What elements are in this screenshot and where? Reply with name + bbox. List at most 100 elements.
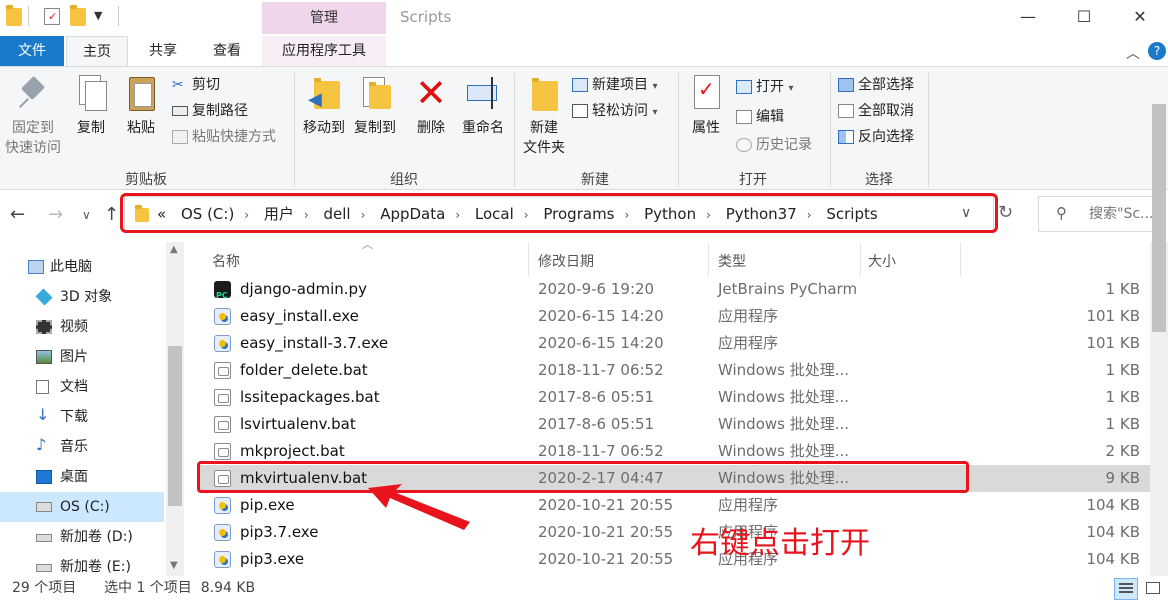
copy-to-button[interactable]: 复制到 (350, 73, 400, 137)
edit-button[interactable]: 编辑 (736, 105, 784, 129)
file-row[interactable]: lssitepackages.bat 2017-8-6 05:51 Window… (200, 384, 1150, 411)
close-button[interactable]: ✕ (1112, 0, 1168, 34)
column-header-name[interactable]: 名称 (212, 248, 240, 276)
scroll-up-icon[interactable]: ▲ (170, 244, 178, 255)
collapse-ribbon-icon[interactable]: ︿ (1126, 43, 1140, 63)
nav-item-3d-objects[interactable]: 3D 对象 (0, 282, 164, 312)
recent-locations-icon[interactable]: ∨ (82, 208, 91, 222)
nav-item-desktop[interactable]: 桌面 (0, 462, 164, 492)
nav-item-videos[interactable]: 视频 (0, 312, 164, 342)
file-row[interactable]: pip.exe 2020-10-21 20:55 应用程序 104 KB (200, 492, 1150, 519)
pin-label-line2: 快速访问 (5, 140, 61, 156)
refresh-icon[interactable]: ↻ (998, 202, 1013, 223)
invert-selection-button[interactable]: 反向选择 (838, 125, 914, 149)
move-to-label: 移动到 (303, 120, 345, 136)
easy-access-button[interactable]: 轻松访问 ▾ (572, 99, 657, 123)
copy-path-label: 复制路径 (192, 103, 248, 119)
paste-shortcut-icon (172, 130, 188, 144)
scroll-down-icon[interactable]: ▼ (170, 560, 178, 571)
computer-icon (28, 260, 44, 274)
nav-item-music[interactable]: ♪ 音乐 (0, 432, 164, 462)
column-header-size[interactable]: 大小 (868, 248, 896, 276)
column-divider[interactable] (528, 242, 529, 276)
group-label-new: 新建 (581, 172, 609, 188)
history-button[interactable]: 历史记录 (736, 133, 812, 157)
file-row[interactable]: pip3.7.exe 2020-10-21 20:55 应用程序 104 KB (200, 519, 1150, 546)
copy-path-icon (172, 106, 188, 116)
paste-icon (123, 73, 159, 113)
tab-file[interactable]: 文件 (0, 36, 64, 66)
move-to-button[interactable]: ◀ 移动到 (298, 73, 350, 137)
address-row: ← → ∨ ↑ « OS (C:) › 用户 › dell › AppData › Lo… (0, 190, 1168, 242)
copy-icon (73, 73, 109, 113)
tab-home[interactable]: 主页 (66, 36, 128, 66)
open-label: 打开 (756, 79, 784, 95)
minimize-button[interactable]: — (1000, 0, 1056, 34)
forward-arrow-icon[interactable]: → (48, 204, 63, 225)
copy-path-button[interactable]: 复制路径 (172, 99, 248, 123)
paste-button[interactable]: 粘贴 (118, 73, 164, 137)
nav-item-drive-d[interactable]: 新加卷 (D:) (0, 522, 164, 552)
new-folder-button[interactable]: 新建 文件夹 (518, 73, 570, 157)
desktop-icon (36, 470, 52, 484)
column-divider[interactable] (708, 242, 709, 276)
select-all-button[interactable]: 全部选择 (838, 73, 914, 97)
nav-item-downloads[interactable]: ↓ 下载 (0, 402, 164, 432)
column-header-date[interactable]: 修改日期 (538, 248, 594, 276)
nav-item-os-c[interactable]: OS (C:) (0, 492, 164, 522)
new-item-icon (572, 78, 588, 92)
paste-shortcut-button[interactable]: 粘贴快捷方式 (172, 125, 276, 149)
tab-view[interactable]: 查看 (196, 36, 258, 66)
scissors-icon: ✂ (172, 77, 184, 93)
file-list: ︿ 名称 修改日期 类型 大小 django-admin.py 2020-9-6… (190, 238, 1150, 576)
copy-to-icon (357, 73, 393, 113)
tab-share[interactable]: 共享 (132, 36, 194, 66)
new-folder-line1: 新建 (530, 120, 558, 136)
properties-quick-icon[interactable]: ✓ (44, 8, 60, 25)
open-icon (736, 80, 752, 94)
nav-item-this-pc[interactable]: 此电脑 (0, 252, 164, 282)
select-all-icon (838, 78, 854, 92)
nav-item-pictures[interactable]: 图片 (0, 342, 164, 372)
customize-quick-access-icon[interactable]: ▼ (94, 9, 102, 22)
new-folder-quick-icon[interactable] (70, 5, 86, 26)
dropdown-arrow-icon: ▾ (788, 83, 794, 94)
pin-quick-access-button[interactable]: 固定到 快速访问 (2, 73, 64, 157)
file-row[interactable]: easy_install.exe 2020-6-15 14:20 应用程序 10… (200, 303, 1150, 330)
copy-button[interactable]: 复制 (66, 73, 116, 137)
bat-icon (214, 443, 231, 460)
rename-label: 重命名 (462, 120, 504, 136)
file-list-scrollbar-thumb[interactable] (1152, 104, 1166, 332)
column-header-type[interactable]: 类型 (718, 248, 746, 276)
details-view-icon[interactable] (1114, 578, 1138, 600)
nav-scrollbar-thumb[interactable] (168, 346, 182, 506)
file-row[interactable]: easy_install-3.7.exe 2020-6-15 14:20 应用程… (200, 330, 1150, 357)
file-row[interactable]: django-admin.py 2020-9-6 19:20 JetBrains… (200, 276, 1150, 309)
exe-icon (214, 308, 231, 325)
exe-icon (214, 335, 231, 352)
file-row[interactable]: lsvirtualenv.bat 2017-8-6 05:51 Windows … (200, 411, 1150, 438)
back-arrow-icon[interactable]: ← (10, 204, 25, 225)
nav-item-drive-e[interactable]: 新加卷 (E:) (0, 552, 164, 576)
annotation-row-highlight (197, 461, 969, 493)
column-divider[interactable] (860, 242, 861, 276)
group-divider (928, 73, 929, 187)
delete-button[interactable]: ✕ 删除 (408, 73, 454, 137)
new-item-button[interactable]: 新建项目 ▾ (572, 73, 657, 97)
select-none-button[interactable]: 全部取消 (838, 99, 914, 123)
file-row[interactable]: folder_delete.bat 2018-11-7 06:52 Window… (200, 357, 1150, 384)
tab-application-tools[interactable]: 应用程序工具 (262, 36, 386, 66)
nav-item-documents[interactable]: 文档 (0, 372, 164, 402)
maximize-button[interactable]: ☐ (1056, 0, 1112, 34)
file-row[interactable]: pip3.exe 2020-10-21 20:55 应用程序 104 KB (200, 546, 1150, 573)
rename-button[interactable]: 重命名 (458, 73, 508, 137)
ribbon: 固定到 快速访问 复制 粘贴 ✂ 剪切 复制路径 粘贴快捷方式 剪贴板 ◀ 移动到 (0, 66, 1168, 190)
properties-button[interactable]: ✓ 属性 (684, 73, 728, 137)
help-icon[interactable]: ? (1148, 42, 1166, 60)
up-arrow-icon[interactable]: ↑ (104, 204, 119, 225)
column-divider[interactable] (960, 242, 961, 276)
exe-icon (214, 497, 231, 514)
cut-button[interactable]: ✂ 剪切 (172, 73, 220, 97)
open-button[interactable]: 打开 ▾ (736, 75, 793, 99)
large-icons-view-icon[interactable] (1142, 578, 1164, 600)
